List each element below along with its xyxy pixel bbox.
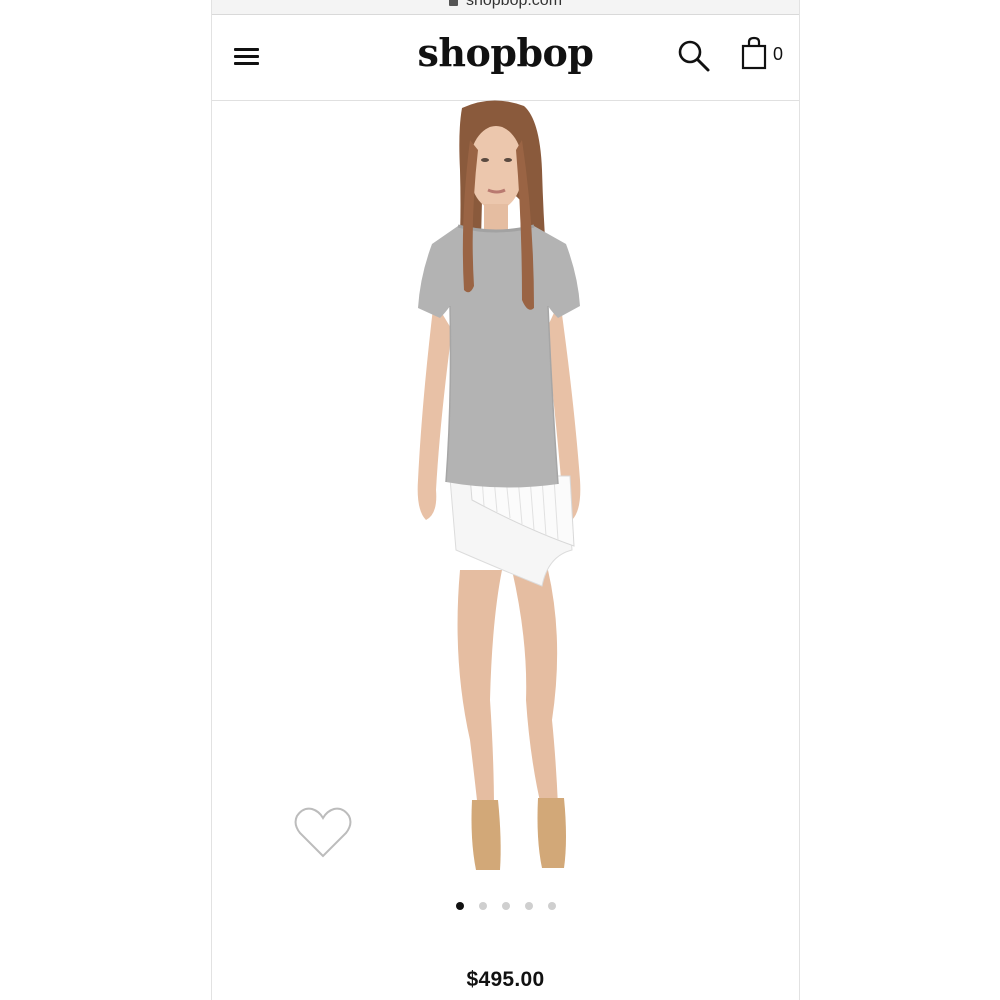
carousel-dot[interactable]: [501, 902, 510, 910]
url-display[interactable]: shopbop.com: [212, 0, 799, 10]
cart-button[interactable]: 0: [740, 36, 790, 72]
search-button[interactable]: [676, 38, 712, 74]
lock-icon: [448, 0, 458, 6]
site-header: shopbop 0: [212, 16, 799, 101]
heart-outline-icon: [294, 807, 352, 858]
carousel-dot[interactable]: [547, 902, 556, 910]
product-image[interactable]: [352, 100, 652, 880]
url-text: shopbop.com: [465, 0, 563, 9]
mobile-page: shopbop.com shopbop 0 $495.00: [211, 0, 800, 1000]
image-carousel-dots: [212, 902, 799, 910]
carousel-dot[interactable]: [478, 902, 487, 910]
product-price: $495.00: [466, 968, 545, 991]
carousel-dot[interactable]: [455, 902, 464, 910]
browser-url-bar[interactable]: shopbop.com: [212, 0, 799, 15]
cart-count: 0: [773, 44, 784, 64]
shopping-bag-icon: [741, 36, 767, 70]
carousel-dot[interactable]: [524, 902, 533, 910]
page-margin-right: [800, 0, 1000, 1000]
search-icon: [678, 40, 710, 72]
wishlist-button[interactable]: [293, 806, 353, 860]
page-margin-left: [0, 0, 211, 1000]
